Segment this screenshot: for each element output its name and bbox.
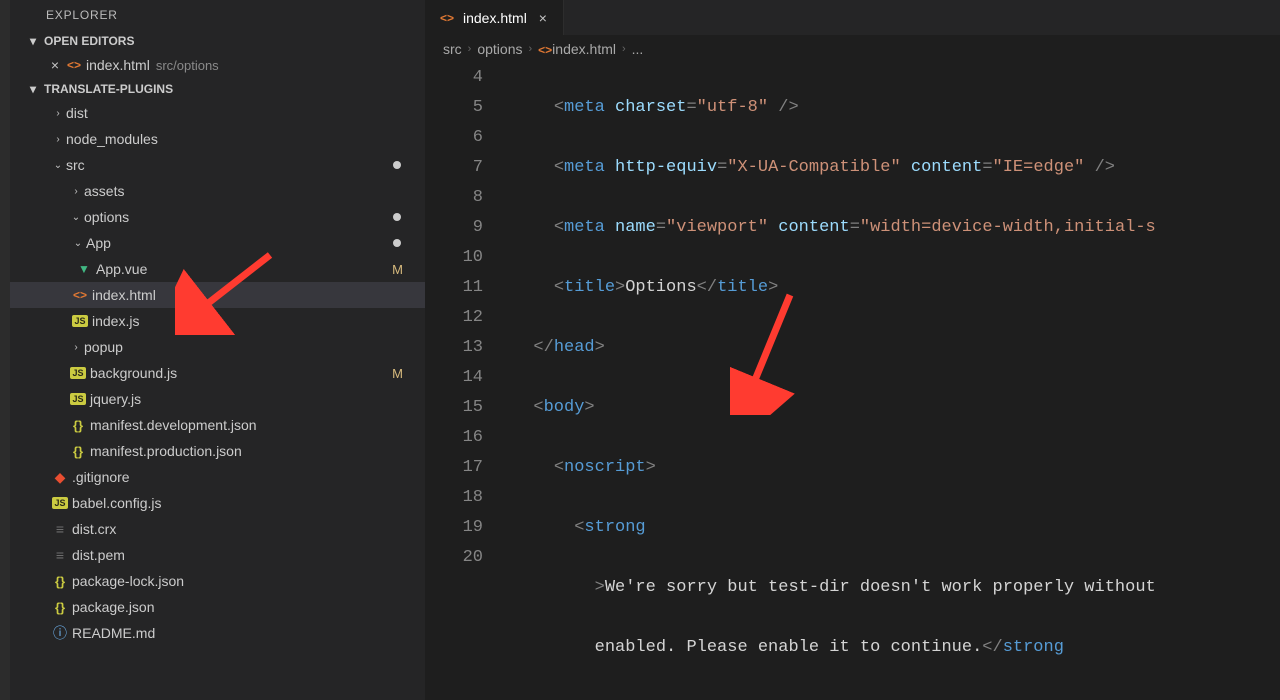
crumb-src[interactable]: src	[443, 41, 462, 57]
file-index-html[interactable]: <> index.html	[10, 282, 425, 308]
chevron-down-icon: ▾	[30, 82, 44, 96]
open-editor-filename: index.html	[86, 57, 150, 73]
code-content[interactable]: <meta charset="utf-8" /> <meta http-equi…	[513, 63, 1280, 700]
js-icon: JS	[68, 367, 88, 379]
chevron-right-icon: ›	[68, 342, 84, 353]
editor-area: <> index.html × src › options › <> index…	[425, 0, 1280, 700]
chevron-right-icon: ›	[68, 186, 84, 197]
json-icon: {}	[50, 574, 70, 589]
file-package-json[interactable]: {} package.json	[10, 594, 425, 620]
sidebar: EXPLORER ▾ OPEN EDITORS × <> index.html …	[10, 0, 425, 700]
html-icon: <>	[70, 288, 90, 302]
modified-dot-icon	[393, 213, 401, 221]
close-icon[interactable]: ×	[535, 10, 551, 26]
chevron-right-icon: ›	[622, 43, 626, 55]
chevron-right-icon: ›	[50, 134, 66, 145]
file-index-js[interactable]: JS index.js	[10, 308, 425, 334]
file-icon: ≡	[50, 521, 70, 537]
folder-dist[interactable]: › dist	[10, 100, 425, 126]
js-icon: JS	[50, 497, 70, 509]
git-icon: ◆	[50, 469, 70, 486]
chevron-down-icon: ⌄	[50, 160, 66, 171]
tab-index-html[interactable]: <> index.html ×	[425, 0, 564, 35]
json-icon: {}	[68, 444, 88, 459]
open-editors-label: OPEN EDITORS	[44, 34, 134, 48]
file-manifest-dev[interactable]: {} manifest.development.json	[10, 412, 425, 438]
json-icon: {}	[68, 418, 88, 433]
modified-badge: M	[392, 262, 403, 277]
folder-popup[interactable]: › popup	[10, 334, 425, 360]
workspace-header[interactable]: ▾ TRANSLATE-PLUGINS	[10, 78, 425, 100]
breadcrumbs[interactable]: src › options › <> index.html › ...	[425, 35, 1280, 63]
workspace-name: TRANSLATE-PLUGINS	[44, 82, 173, 96]
file-dist-pem[interactable]: ≡ dist.pem	[10, 542, 425, 568]
modified-badge: M	[392, 366, 403, 381]
explorer-title: EXPLORER	[10, 0, 425, 30]
code-editor[interactable]: 456 789 101112 131415 161718 1920 <meta …	[425, 63, 1280, 700]
folder-src[interactable]: ⌄ src	[10, 152, 425, 178]
open-editor-filepath: src/options	[156, 58, 219, 73]
folder-app[interactable]: ⌄ App	[10, 230, 425, 256]
folder-options[interactable]: ⌄ options	[10, 204, 425, 230]
file-readme[interactable]: ⓘ README.md	[10, 620, 425, 646]
line-gutter: 456 789 101112 131415 161718 1920	[425, 63, 513, 700]
file-gitignore[interactable]: ◆ .gitignore	[10, 464, 425, 490]
chevron-right-icon: ›	[529, 43, 533, 55]
close-icon[interactable]: ×	[46, 57, 64, 73]
chevron-down-icon: ⌄	[68, 212, 84, 223]
folder-assets[interactable]: › assets	[10, 178, 425, 204]
file-babel-config[interactable]: JS babel.config.js	[10, 490, 425, 516]
chevron-down-icon: ⌄	[70, 238, 86, 249]
open-editors-header[interactable]: ▾ OPEN EDITORS	[10, 30, 425, 52]
crumb-more[interactable]: ...	[632, 41, 644, 57]
html-icon: <>	[64, 58, 84, 72]
chevron-right-icon: ›	[50, 108, 66, 119]
js-icon: JS	[68, 393, 88, 405]
file-package-lock[interactable]: {} package-lock.json	[10, 568, 425, 594]
file-background-js[interactable]: JS background.js M	[10, 360, 425, 386]
file-dist-crx[interactable]: ≡ dist.crx	[10, 516, 425, 542]
modified-dot-icon	[393, 161, 401, 169]
info-icon: ⓘ	[50, 623, 70, 643]
folder-node-modules[interactable]: › node_modules	[10, 126, 425, 152]
vue-icon: ▼	[74, 262, 94, 276]
tab-bar: <> index.html ×	[425, 0, 1280, 35]
modified-dot-icon	[393, 239, 401, 247]
html-icon: <>	[538, 41, 552, 57]
chevron-down-icon: ▾	[30, 34, 44, 48]
crumb-options[interactable]: options	[477, 41, 522, 57]
file-app-vue[interactable]: ▼ App.vue M	[10, 256, 425, 282]
activity-bar	[0, 0, 10, 700]
json-icon: {}	[50, 600, 70, 615]
chevron-right-icon: ›	[468, 43, 472, 55]
html-icon: <>	[437, 11, 457, 25]
open-editor-item[interactable]: × <> index.html src/options	[10, 52, 425, 78]
tab-label: index.html	[463, 10, 527, 26]
file-manifest-prod[interactable]: {} manifest.production.json	[10, 438, 425, 464]
file-jquery-js[interactable]: JS jquery.js	[10, 386, 425, 412]
crumb-file[interactable]: index.html	[552, 41, 616, 57]
js-icon: JS	[70, 315, 90, 327]
file-icon: ≡	[50, 547, 70, 563]
